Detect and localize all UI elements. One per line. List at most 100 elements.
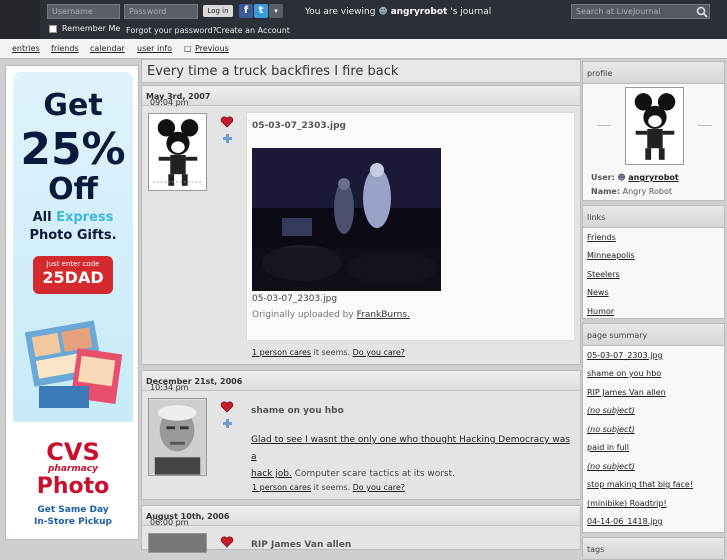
name-label: Name:	[591, 187, 621, 196]
summary-item[interactable]: (minibike) Roadtrip!	[587, 499, 667, 508]
entry-header: 10:34 pm December 21st, 2006	[142, 371, 580, 392]
sidebar-link-steelers[interactable]: Steelers	[587, 270, 620, 279]
profile-user-link[interactable]: angryrobot	[628, 173, 678, 182]
links-heading: links	[583, 206, 724, 228]
entry-cares-line: 1 person cares it seems. Do you care?	[252, 483, 405, 492]
cares-link[interactable]: 1 person cares	[252, 483, 311, 492]
summary-item[interactable]: 04-14-06_1418.jpg	[587, 517, 663, 526]
photo-book-image	[24, 320, 123, 408]
advert-code: 25DAD	[42, 268, 104, 287]
photo-caption: 05-03-07_2303.jpg	[252, 294, 338, 304]
userpic-mickey	[148, 113, 207, 191]
user-icon: ☻	[378, 7, 388, 17]
nav-previous[interactable]: Previous	[195, 44, 229, 53]
entry-subject[interactable]: RIP James Van allen	[251, 540, 351, 550]
uploaded-by-text: Originally uploaded by	[252, 310, 354, 320]
summary-item[interactable]: RIP James Van allen	[587, 388, 666, 397]
add-icon[interactable]	[222, 133, 233, 144]
tags-heading: tags	[583, 538, 724, 560]
summary-item[interactable]: (no subject)	[587, 406, 635, 415]
cvs-logo: CVS	[46, 438, 100, 466]
add-icon[interactable]	[222, 418, 233, 429]
summary-item[interactable]: 05-03-07_2303.jpg	[587, 351, 663, 360]
sidebar-link-friends[interactable]: Friends	[587, 233, 616, 242]
create-account-link[interactable]: Create an Account	[216, 26, 290, 35]
remember-me-label: Remember Me	[62, 24, 121, 33]
nav-user-info[interactable]: user info	[137, 44, 172, 53]
pharmacy-logo: pharmacy	[47, 464, 98, 474]
entry-time: 10:34 pm	[150, 383, 189, 392]
sidebar: profile User: ☻ angryrobot Name: Angry R…	[582, 59, 727, 560]
journal-entry: 09:04 pm May 3rd, 2007 05-03-07_2303.jpg	[141, 85, 581, 365]
journal-entry: 06:00 pm August 10th, 2006 RIP James Van…	[141, 505, 581, 553]
sidebar-link-minneapolis[interactable]: Minneapolis	[587, 251, 635, 260]
entry-cares-line: 1 person cares it seems. Do you care?	[252, 348, 405, 357]
share-dropdown-icon[interactable]: ▾	[269, 4, 283, 18]
entry-subject[interactable]: 05-03-07_2303.jpg	[252, 121, 346, 131]
entry-header: 06:00 pm August 10th, 2006	[142, 506, 580, 527]
password-field[interactable]: Password	[124, 4, 198, 19]
same-day-text: Get Same Day In-Store Pickup	[34, 505, 112, 527]
page-summary-box: page summary 05-03-07_2303.jpg shame on …	[582, 323, 725, 533]
top-bar: Username Password Log in f t ▾ Remember …	[0, 0, 727, 39]
do-you-care-link[interactable]: Do you care?	[353, 348, 405, 357]
viewing-suffix: 's journal	[450, 7, 492, 17]
profile-userpic[interactable]	[625, 87, 684, 165]
profile-box: profile User: ☻ angryrobot Name: Angry R…	[582, 61, 725, 201]
twitter-icon[interactable]: t	[254, 4, 268, 18]
viewing-prefix: You are viewing	[305, 7, 376, 17]
advert-code-lead: Just enter code	[46, 260, 100, 268]
sidebar-link-news[interactable]: News	[587, 288, 609, 297]
links-box: links Friends Minneapolis Steelers News …	[582, 205, 725, 319]
summary-item[interactable]: stop making that big face!	[587, 480, 693, 489]
profile-heading: profile	[583, 62, 724, 84]
summary-item[interactable]: (no subject)	[587, 462, 635, 471]
journal-nav: entries friends calendar user info □ Pre…	[0, 39, 727, 59]
cvs-photo-advert[interactable]: Get 25% Off All Express Photo Gifts. Jus…	[5, 65, 139, 540]
summary-item[interactable]: (no subject)	[587, 425, 635, 434]
remember-me-checkbox[interactable]	[49, 25, 57, 33]
concert-photo[interactable]	[252, 148, 441, 291]
login-button[interactable]: Log in	[203, 5, 233, 17]
username-field[interactable]: Username	[47, 4, 120, 19]
do-you-care-link[interactable]: Do you care?	[353, 483, 405, 492]
sidebar-link-humor[interactable]: Humor	[587, 307, 614, 316]
user-icon: ☻	[617, 173, 626, 182]
facebook-icon[interactable]: f	[239, 4, 253, 18]
photo-logo: Photo	[36, 474, 110, 499]
advert-off-text: Off	[48, 172, 98, 207]
cares-link[interactable]: 1 person cares	[252, 348, 311, 357]
userpic-portrait	[148, 398, 207, 476]
journal-title: Every time a truck backfires I fire back	[147, 64, 399, 79]
body-link[interactable]: Glad to see I wasnt the only one who tho…	[251, 435, 570, 462]
search-input[interactable]: Search at LiveJournal	[571, 4, 710, 19]
viewing-user-link[interactable]: angryrobot	[391, 7, 448, 17]
journal-main: Every time a truck backfires I fire back…	[141, 59, 581, 553]
nav-entries[interactable]: entries	[12, 44, 40, 53]
summary-item[interactable]: shame on you hbo	[587, 369, 661, 378]
search-icon[interactable]	[696, 6, 708, 18]
body-text: Computer scare tactics at its worst.	[294, 469, 456, 479]
heart-icon[interactable]	[220, 536, 234, 548]
page-summary-heading: page summary	[583, 324, 724, 346]
entry-time: 06:00 pm	[150, 518, 189, 527]
advert-panel: Get 25% Off All Express Photo Gifts. Jus…	[13, 72, 133, 536]
journal-entry: 10:34 pm December 21st, 2006 shame on yo…	[141, 370, 581, 500]
uploader-link[interactable]: FrankBurns.	[357, 310, 410, 320]
nav-calendar[interactable]: calendar	[90, 44, 125, 53]
heart-icon[interactable]	[220, 401, 234, 413]
viewing-journal-text: You are viewing ☻ angryrobot 's journal	[305, 7, 491, 17]
entry-subject[interactable]: shame on you hbo	[251, 406, 344, 416]
cares-text: it seems.	[313, 483, 351, 492]
advert-get-text: Get	[43, 88, 103, 123]
divider	[698, 125, 712, 126]
name-value: Angry Robot	[622, 187, 672, 196]
body-link[interactable]: hack job.	[251, 469, 292, 479]
nav-friends[interactable]: friends	[51, 44, 79, 53]
summary-item[interactable]: paid in full	[587, 443, 629, 452]
entry-content: 05-03-07_2303.jpg 05-03-07_2303.jpg Orig…	[246, 112, 575, 341]
forgot-password-link[interactable]: Forgot your password?	[126, 26, 217, 35]
profile-user-row: User: ☻ angryrobot	[591, 173, 679, 182]
heart-icon[interactable]	[220, 116, 234, 128]
entry-header: 09:04 pm May 3rd, 2007	[142, 86, 580, 107]
